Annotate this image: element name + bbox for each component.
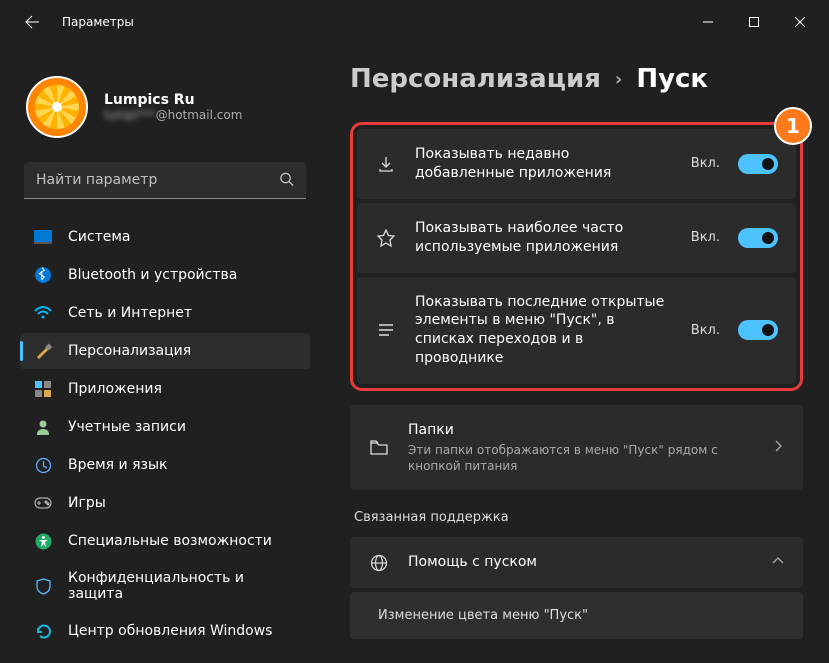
app-title: Параметры xyxy=(62,15,685,29)
update-icon xyxy=(34,622,52,640)
close-button[interactable] xyxy=(777,6,823,38)
breadcrumb: Персонализация › Пуск xyxy=(350,64,803,94)
wifi-icon xyxy=(34,304,52,322)
maximize-button[interactable] xyxy=(731,6,777,38)
profile-block[interactable]: Lumpics Ru lumpi***@hotmail.com xyxy=(20,52,310,158)
profile-name: Lumpics Ru xyxy=(104,92,242,108)
help-sub-item[interactable]: Изменение цвета меню "Пуск" xyxy=(350,592,803,639)
breadcrumb-parent[interactable]: Персонализация xyxy=(350,64,601,94)
accessibility-icon xyxy=(34,532,52,550)
globe-icon xyxy=(368,554,390,572)
support-section-title: Связанная поддержка xyxy=(354,510,803,525)
chevron-right-icon xyxy=(771,438,785,457)
main-content: Персонализация › Пуск 1 Показывать недав… xyxy=(320,44,829,663)
nav-privacy[interactable]: Конфиденциальность и защита xyxy=(20,561,310,611)
nav-network[interactable]: Сеть и Интернет xyxy=(20,295,310,331)
profile-email: lumpi***@hotmail.com xyxy=(104,108,242,122)
search-box[interactable] xyxy=(24,162,306,199)
minimize-button[interactable] xyxy=(685,6,731,38)
back-button[interactable] xyxy=(16,6,48,38)
gamepad-icon xyxy=(34,494,52,512)
sidebar: Lumpics Ru lumpi***@hotmail.com Система … xyxy=(0,44,320,663)
person-icon xyxy=(34,418,52,436)
settings-window: Параметры Lumpics Ru lumpi***@hotmail.co… xyxy=(0,0,829,663)
nav-system[interactable]: Система xyxy=(20,219,310,255)
chevron-up-icon xyxy=(771,553,785,572)
toggle-most-used: Показывать наиболее часто используемые п… xyxy=(357,203,796,273)
search-icon xyxy=(279,171,294,190)
paintbrush-icon xyxy=(34,342,52,360)
toggle-switch[interactable] xyxy=(738,154,778,174)
bluetooth-icon xyxy=(34,266,52,284)
download-icon xyxy=(375,155,397,173)
highlighted-group: 1 Показывать недавно добавленные приложе… xyxy=(350,122,803,391)
annotation-badge: 1 xyxy=(774,107,812,145)
nav-bluetooth[interactable]: Bluetooth и устройства xyxy=(20,257,310,293)
apps-icon xyxy=(34,380,52,398)
nav-windows-update[interactable]: Центр обновления Windows xyxy=(20,613,310,649)
toggle-recent-items: Показывать последние открытые элементы в… xyxy=(357,277,796,385)
clock-globe-icon xyxy=(34,456,52,474)
nav-apps[interactable]: Приложения xyxy=(20,371,310,407)
star-icon xyxy=(375,229,397,247)
nav-personalization[interactable]: Персонализация xyxy=(20,333,310,369)
nav-time-language[interactable]: Время и язык xyxy=(20,447,310,483)
nav-accessibility[interactable]: Специальные возможности xyxy=(20,523,310,559)
folder-icon xyxy=(368,440,390,455)
folders-setting[interactable]: Папки Эти папки отображаются в меню "Пус… xyxy=(350,405,803,490)
avatar xyxy=(26,76,88,138)
breadcrumb-current: Пуск xyxy=(636,64,708,94)
list-icon xyxy=(375,323,397,337)
help-start[interactable]: Помощь с пуском xyxy=(350,537,803,588)
nav-gaming[interactable]: Игры xyxy=(20,485,310,521)
nav-list: Система Bluetooth и устройства Сеть и Ин… xyxy=(20,219,310,649)
search-input[interactable] xyxy=(24,162,306,199)
chevron-right-icon: › xyxy=(615,69,622,90)
system-icon xyxy=(34,228,52,246)
titlebar: Параметры xyxy=(0,0,829,44)
window-controls xyxy=(685,6,823,38)
toggle-switch[interactable] xyxy=(738,320,778,340)
shield-icon xyxy=(34,577,52,595)
toggle-switch[interactable] xyxy=(738,228,778,248)
nav-accounts[interactable]: Учетные записи xyxy=(20,409,310,445)
toggle-recent-apps: Показывать недавно добавленные приложени… xyxy=(357,129,796,199)
